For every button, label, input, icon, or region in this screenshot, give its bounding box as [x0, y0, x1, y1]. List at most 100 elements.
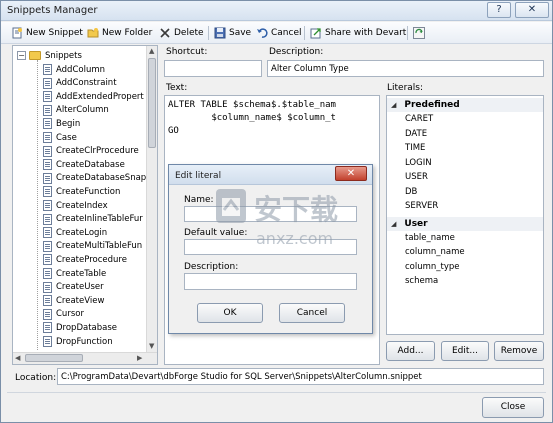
tree-item-snippet[interactable]: AlterColumn [43, 104, 109, 117]
tree-horizontal-scroll-thumb[interactable] [25, 354, 83, 362]
dialog-close-button[interactable]: ✕ [335, 166, 367, 181]
tree-item-label: AddExtendedPropert [56, 91, 144, 102]
tree-vertical-scroll-thumb[interactable] [148, 58, 156, 148]
collapse-icon[interactable]: ◢ [391, 220, 396, 228]
tree-item-snippet[interactable]: AddExtendedPropert [43, 90, 144, 103]
literal-item[interactable]: column_type [405, 262, 460, 272]
literal-item[interactable]: SERVER [405, 201, 438, 211]
edit-literal-dialog: Edit literal ✕ Name: Default value: Desc… [168, 164, 373, 334]
scroll-left-icon[interactable]: ◀ [15, 354, 20, 362]
new-snippet-icon [11, 27, 23, 39]
tree-item-snippet[interactable]: DropDatabase [43, 321, 117, 334]
remove-literal-button[interactable]: Remove [494, 341, 544, 361]
tree-item-snippet[interactable]: AddConstraint [43, 77, 117, 90]
tree-item-snippet[interactable]: CreateDatabaseSnap [43, 172, 146, 185]
literal-item[interactable]: USER [405, 172, 428, 182]
literal-item[interactable]: column_name [405, 247, 465, 257]
tree-item-label: Case [56, 132, 77, 143]
new-snippet-label: New Snippet [26, 28, 83, 38]
window-close-button[interactable]: ✕ [515, 2, 549, 18]
tree-guide-line [37, 60, 38, 350]
tree-vertical-scrollbar[interactable]: ▲ ▼ [146, 46, 157, 352]
snippet-file-icon [43, 145, 52, 157]
tree-item-snippet[interactable]: CreateFunction [43, 185, 120, 198]
save-button[interactable]: Save [214, 26, 251, 40]
tree-item-label: CreateLogin [56, 227, 108, 238]
tree-item-label: DropDatabase [56, 322, 118, 333]
tree-item-label: CreateDatabase [56, 159, 125, 170]
literal-item[interactable]: LOGIN [405, 158, 432, 168]
tree-item-snippet[interactable]: Begin [43, 117, 80, 130]
tree-item-label: CreateView [56, 295, 105, 306]
literal-item[interactable]: DB [405, 187, 417, 197]
tree-item-snippet[interactable]: CreateMultiTableFun [43, 240, 142, 253]
snippet-file-icon [43, 104, 52, 116]
tree-item-snippet[interactable]: CreateInlineTableFur [43, 213, 143, 226]
code-line: GO [168, 126, 179, 136]
window-title: Snippets Manager [7, 5, 98, 16]
tree-horizontal-scrollbar[interactable]: ◀ ▶ [13, 352, 157, 364]
literal-item[interactable]: TIME [405, 143, 425, 153]
literal-group-predefined[interactable]: ◢ Predefined [387, 98, 543, 112]
new-folder-button[interactable]: New Folder [87, 26, 152, 40]
snippet-file-icon [43, 172, 52, 184]
literal-default-field[interactable] [184, 239, 357, 255]
tree-item-snippet[interactable]: CreateLogin [43, 226, 107, 239]
tree-item-snippet[interactable]: AddColumn [43, 63, 105, 76]
cancel-button[interactable]: Cancel [256, 26, 302, 40]
share-label: Share with Devart [325, 28, 407, 38]
tree-item-snippet[interactable]: Cursor [43, 308, 84, 321]
add-literal-button[interactable]: Add... [386, 341, 435, 361]
literal-item[interactable]: DATE [405, 129, 427, 139]
title-bar: Snippets Manager ? ✕ [1, 1, 552, 21]
toolbar: New Snippet New Folder Delete Save Cance… [1, 22, 552, 44]
literal-item[interactable]: CARET [405, 114, 433, 124]
shortcut-field[interactable] [164, 60, 262, 77]
tree-item-snippet[interactable]: CreateView [43, 294, 104, 307]
edit-literal-button[interactable]: Edit... [441, 341, 489, 361]
delete-button[interactable]: Delete [159, 26, 204, 40]
literal-description-field[interactable] [184, 273, 357, 290]
dialog-ok-button[interactable]: OK [197, 303, 263, 323]
refresh-button[interactable] [413, 26, 428, 40]
literal-item[interactable]: schema [405, 276, 438, 286]
tree-item-snippet[interactable]: CreateTable [43, 267, 106, 280]
collapse-icon[interactable]: − [17, 51, 26, 60]
tree-root-snippets[interactable]: − Snippets [17, 49, 82, 62]
collapse-icon[interactable]: ◢ [391, 101, 396, 109]
snippet-file-icon [43, 159, 52, 171]
tree-root-label: Snippets [45, 50, 82, 61]
folder-icon [29, 51, 41, 60]
close-button[interactable]: Close [482, 397, 544, 418]
snippet-tree[interactable]: − Snippets AddColumn AddConstraint AddExte… [12, 45, 158, 365]
literals-list[interactable]: ◢ Predefined CARET DATE TIME LOGIN USER DB SERVE… [386, 95, 544, 335]
snippet-file-icon [43, 64, 52, 75]
snippet-file-icon [43, 295, 52, 307]
literal-description-label: Description: [184, 262, 239, 272]
tree-item-snippet[interactable]: CreateClrProcedure [43, 145, 139, 158]
cancel-label: Cancel [271, 28, 302, 38]
dialog-cancel-button[interactable]: Cancel [279, 303, 345, 323]
new-snippet-button[interactable]: New Snippet [11, 26, 83, 40]
literal-group-user[interactable]: ◢ User [387, 216, 543, 231]
share-button[interactable]: Share with Devart [310, 26, 406, 40]
literal-name-field[interactable] [184, 206, 357, 222]
tree-item-snippet[interactable]: CreateDatabase [43, 158, 125, 171]
literal-item[interactable]: table_name [405, 233, 455, 243]
scroll-up-icon[interactable]: ▲ [149, 47, 154, 55]
tree-item-snippet[interactable]: DropFunction [43, 335, 113, 348]
tree-item-label: CreateFunction [56, 186, 121, 197]
tree-item-snippet[interactable]: CreateProcedure [43, 253, 127, 266]
help-button[interactable]: ? [487, 2, 511, 18]
toolbar-separator [208, 26, 209, 40]
scroll-right-icon[interactable]: ▶ [137, 354, 142, 362]
scroll-down-icon[interactable]: ▼ [149, 342, 154, 350]
tree-item-snippet[interactable]: CreateUser [43, 281, 104, 294]
tree-item-label: CreateIndex [56, 200, 108, 211]
snippet-file-icon [43, 240, 52, 252]
tree-item-snippet[interactable]: CreateIndex [43, 199, 108, 212]
tree-item-snippet[interactable]: Case [43, 131, 77, 144]
snippet-file-icon [43, 308, 52, 320]
description-field[interactable]: Alter Column Type [267, 60, 544, 77]
location-field[interactable]: C:\ProgramData\Devart\dbForge Studio for… [57, 368, 544, 385]
